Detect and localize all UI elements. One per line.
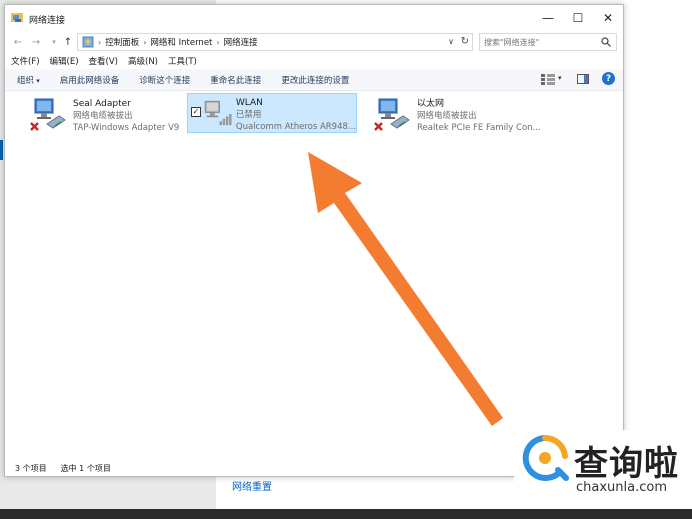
connection-status: 网络电缆被拔出 bbox=[73, 111, 133, 121]
menu-view[interactable]: 查看(V) bbox=[89, 55, 118, 69]
breadcrumb-network-connections[interactable]: 网络连接 bbox=[224, 36, 258, 48]
menu-advanced[interactable]: 高级(N) bbox=[128, 55, 158, 69]
enable-device-button[interactable]: 启用此网络设备 bbox=[60, 74, 120, 86]
breadcrumb-separator: › bbox=[216, 37, 220, 47]
selection-checkbox[interactable]: ✓ bbox=[191, 107, 201, 117]
background-nav-indicator bbox=[0, 140, 3, 160]
connection-status: 已禁用 bbox=[235, 110, 262, 120]
breadcrumb-separator: › bbox=[98, 37, 102, 47]
breadcrumb-control-panel[interactable]: 控制面板 bbox=[105, 36, 139, 48]
maximize-button[interactable]: ☐ bbox=[563, 7, 593, 29]
preview-pane-icon[interactable] bbox=[577, 74, 589, 84]
ethernet-disconnected-icon bbox=[374, 98, 410, 131]
watermark-title: 查询啦 bbox=[574, 444, 679, 484]
address-bar[interactable]: › 控制面板 › 网络和 Internet › 网络连接 ∨ ↻ bbox=[77, 33, 473, 51]
recent-locations-chevron-icon[interactable]: ▾ bbox=[47, 35, 61, 49]
connection-name: 以太网 bbox=[417, 99, 445, 109]
wifi-disabled-icon bbox=[204, 100, 232, 126]
view-options-chevron-icon[interactable]: ▾ bbox=[558, 74, 562, 82]
control-panel-icon bbox=[82, 36, 94, 48]
rename-connection-button[interactable]: 重命名此连接 bbox=[210, 74, 261, 86]
minimize-button[interactable]: — bbox=[533, 7, 563, 29]
command-bar: 组织 启用此网络设备 诊断这个连接 重命名此连接 更改此连接的设置 bbox=[5, 69, 623, 91]
search-icon bbox=[601, 37, 611, 47]
title-bar[interactable]: 网络连接 — ☐ ✕ bbox=[5, 5, 623, 31]
address-row: ← → ▾ ↑ › 控制面板 › 网络和 Internet › 网络连接 ∨ ↻ bbox=[5, 31, 623, 55]
taskbar-edge bbox=[0, 509, 692, 519]
connection-device: Qualcomm Atheros AR948... bbox=[235, 122, 356, 132]
watermark: 查询啦 chaxunla.com bbox=[514, 430, 684, 500]
connection-status: 网络电缆被拔出 bbox=[417, 111, 477, 121]
breadcrumb-network-internet[interactable]: 网络和 Internet bbox=[150, 36, 212, 48]
up-arrow-icon[interactable]: ↑ bbox=[61, 35, 75, 49]
change-settings-button[interactable]: 更改此连接的设置 bbox=[281, 74, 349, 86]
connection-device: TAP-Windows Adapter V9 bbox=[73, 123, 180, 133]
menu-bar: 文件(F) 编辑(E) 查看(V) 高级(N) 工具(T) bbox=[5, 55, 623, 69]
connection-name: Seal Adapter bbox=[73, 99, 131, 109]
address-dropdown-chevron-icon[interactable]: ∨ bbox=[448, 37, 454, 46]
connection-device: Realtek PCIe FE Family Con... bbox=[417, 123, 541, 133]
connections-list: Seal Adapter 网络电缆被拔出 TAP-Windows Adapter… bbox=[5, 91, 623, 456]
watermark-domain: chaxunla.com bbox=[576, 480, 667, 495]
help-icon[interactable]: ? bbox=[602, 72, 615, 85]
back-arrow-icon[interactable]: ← bbox=[11, 35, 25, 49]
search-input[interactable] bbox=[479, 33, 617, 51]
search-logo-icon bbox=[522, 434, 569, 481]
network-folder-icon bbox=[11, 13, 23, 22]
window-title: 网络连接 bbox=[29, 16, 66, 26]
breadcrumb-separator: › bbox=[143, 37, 147, 47]
forward-arrow-icon[interactable]: → bbox=[29, 35, 43, 49]
organize-button[interactable]: 组织 bbox=[17, 74, 40, 86]
menu-edit[interactable]: 编辑(E) bbox=[50, 55, 79, 69]
connection-item-wlan[interactable]: ✓ WLAN 已禁用 Qualcomm Atheros AR948... bbox=[187, 93, 357, 133]
connection-item-ethernet[interactable]: 以太网 网络电缆被拔出 Realtek PCIe FE Family Con..… bbox=[371, 95, 561, 135]
connection-name: WLAN bbox=[235, 98, 263, 108]
menu-tools[interactable]: 工具(T) bbox=[168, 55, 197, 69]
selected-count: 选中 1 个项目 bbox=[60, 463, 111, 473]
network-connections-window: 网络连接 — ☐ ✕ ← → ▾ ↑ › 控制面板 › 网络和 Internet… bbox=[4, 4, 624, 477]
menu-file[interactable]: 文件(F) bbox=[11, 55, 40, 69]
item-count: 3 个项目 bbox=[15, 463, 47, 473]
close-button[interactable]: ✕ bbox=[593, 7, 623, 29]
ethernet-disconnected-icon bbox=[30, 98, 66, 131]
diagnose-connection-button[interactable]: 诊断这个连接 bbox=[139, 74, 190, 86]
refresh-icon[interactable]: ↻ bbox=[461, 36, 469, 47]
network-reset-link[interactable]: 网络重置 bbox=[232, 478, 272, 493]
change-view-icon[interactable] bbox=[541, 74, 555, 85]
connection-item-seal-adapter[interactable]: Seal Adapter 网络电缆被拔出 TAP-Windows Adapter… bbox=[27, 95, 187, 135]
